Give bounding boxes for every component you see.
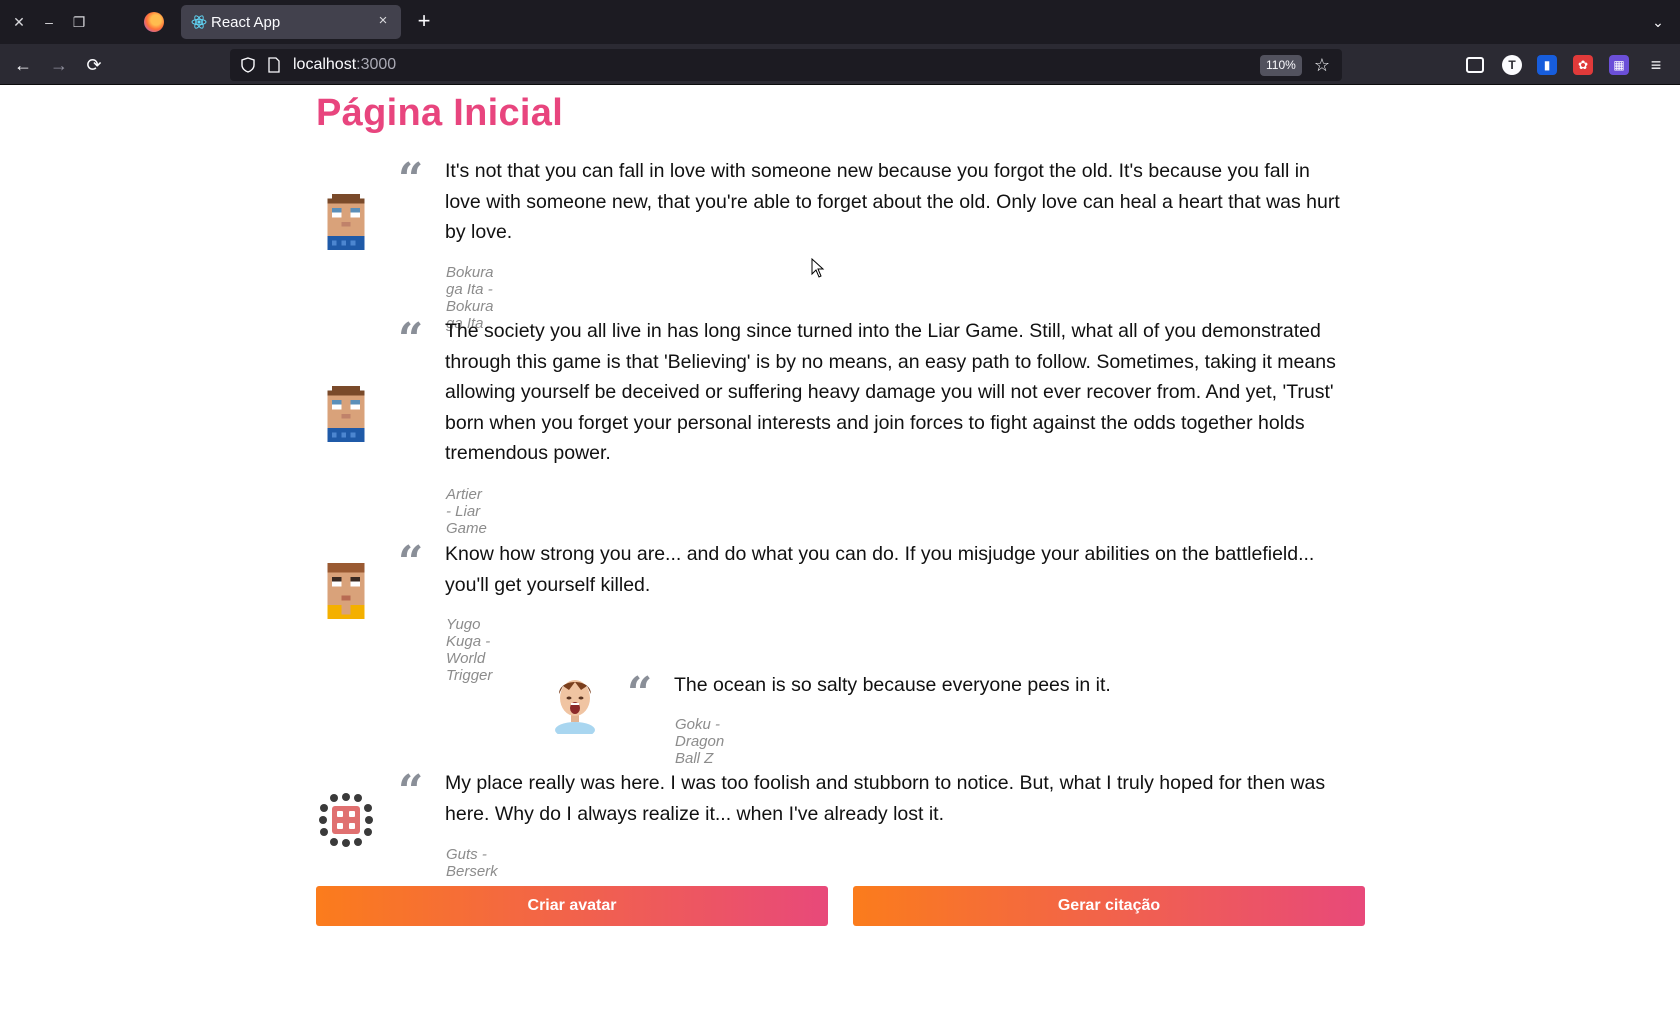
tracking-protection-shield-icon[interactable] [240, 57, 256, 73]
url-host: localhost [293, 56, 357, 73]
page-info-icon[interactable] [267, 57, 281, 73]
url-text: localhost:3000 [293, 56, 396, 74]
quote-text: Know how strong you are... and do what y… [445, 543, 1315, 596]
quote-mark-icon: “ [398, 154, 424, 205]
extension-red-icon[interactable]: ✿ [1573, 55, 1593, 75]
generate-quote-button[interactable]: Gerar citação [853, 886, 1365, 926]
quote-mark-icon: “ [627, 668, 653, 719]
firefox-logo-icon [144, 12, 164, 32]
tab-title: React App [211, 14, 281, 31]
forward-button[interactable]: → [46, 52, 72, 78]
quote-mark-icon: “ [398, 314, 424, 365]
bookmark-star-icon[interactable]: ☆ [1312, 55, 1332, 75]
new-tab-button[interactable]: + [412, 10, 436, 34]
quote-author: Artier - Liar Game [446, 486, 487, 537]
bitwarden-shield-icon[interactable]: ▮ [1537, 55, 1557, 75]
cartoon-avatar-icon [555, 680, 595, 734]
tab-close-icon[interactable]: × [373, 11, 393, 31]
pixel-avatar-icon [327, 194, 365, 250]
restore-window-icon[interactable]: ❐ [68, 11, 90, 33]
quote-author: Guts - Berserk [446, 846, 498, 880]
quote-text: My place really was here. I was too fool… [445, 772, 1326, 825]
list-all-tabs-icon[interactable]: ⌄ [1648, 12, 1668, 32]
react-favicon-icon [191, 15, 207, 29]
quote-text: It's not that you can fall in love with … [445, 160, 1340, 244]
close-window-icon[interactable]: ✕ [8, 11, 30, 33]
browser-tab-strip: ✕ – ❐ React App × + ⌄ [0, 0, 1680, 44]
identicon-avatar-icon [319, 793, 373, 847]
quote-author: Yugo Kuga - World Trigger [446, 616, 493, 684]
back-button[interactable]: ← [10, 52, 36, 78]
tab-react-app[interactable]: React App × [181, 5, 401, 39]
zoom-level-badge[interactable]: 110% [1260, 55, 1302, 76]
minimize-window-icon[interactable]: – [38, 11, 60, 33]
quote-mark-icon: “ [398, 766, 424, 817]
quote-text: The ocean is so salty because everyone p… [674, 674, 1111, 696]
page-content: Página Inicial “ It's not that you can f… [0, 86, 1680, 1011]
extension-purple-icon[interactable]: ▦ [1609, 55, 1629, 75]
quote-mark-icon: “ [398, 537, 424, 588]
page-title: Página Inicial [316, 92, 564, 134]
app-menu-icon[interactable]: ≡ [1643, 52, 1669, 78]
pixel-avatar-icon [327, 563, 365, 619]
quote-text: The society you all live in has long sin… [445, 320, 1336, 465]
mouse-cursor-icon [811, 258, 825, 278]
browser-navigation-bar: ← → ⟳ localhost:3000 110% ☆ T ▮ ✿ ▦ ≡ [0, 44, 1680, 85]
pocket-icon[interactable] [1466, 57, 1484, 73]
url-port: :3000 [356, 56, 397, 73]
create-avatar-button[interactable]: Criar avatar [316, 886, 828, 926]
reload-button[interactable]: ⟳ [81, 52, 107, 78]
quote-author: Goku - Dragon Ball Z [675, 716, 725, 767]
pixel-avatar-icon [327, 386, 365, 442]
address-bar[interactable]: localhost:3000 110% ☆ [230, 49, 1342, 81]
extension-t-icon[interactable]: T [1502, 55, 1522, 75]
